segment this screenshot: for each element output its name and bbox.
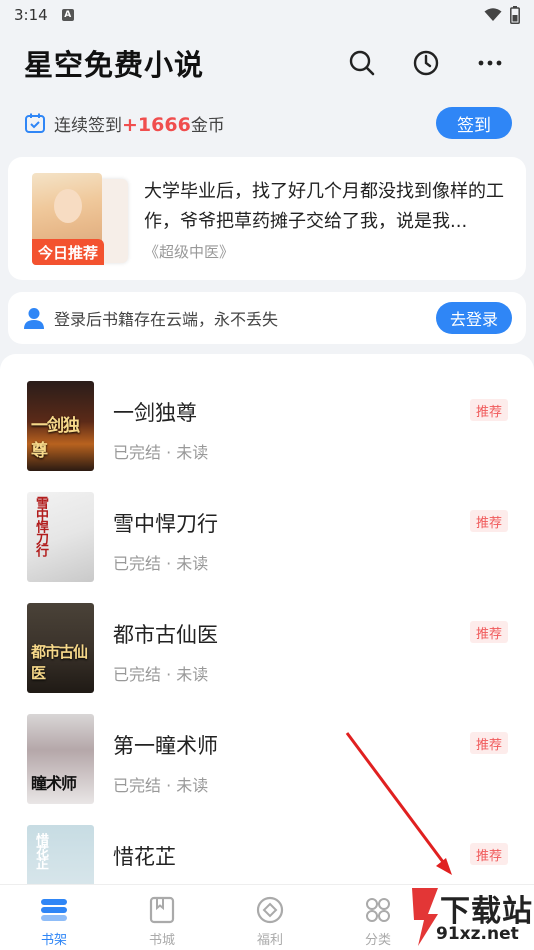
book-icon [147, 895, 177, 925]
book-status: 已完结 · 未读 [113, 554, 209, 573]
coin-icon [255, 895, 285, 925]
book-cover: 都市古仙医 [27, 603, 94, 693]
checkin-prefix: 连续签到 [54, 115, 122, 136]
book-cover-text: 惜花芷 [33, 833, 48, 869]
book-cover: 瞳术师 [27, 714, 94, 804]
book-cover-text: 雪中悍刀行 [33, 496, 48, 556]
book-title: 一剑独尊 [113, 401, 197, 425]
recommended-tag: 推荐 [469, 621, 508, 643]
book-status: 已完结 · 未读 [113, 776, 209, 795]
tab-label: 分类 [364, 933, 391, 948]
checkin-suffix: 金币 [190, 115, 225, 136]
book-status: 已完结 · 未读 [113, 443, 209, 462]
status-bar: 3:14 A [0, 0, 534, 30]
tab-label: 福利 [256, 933, 283, 948]
status-indicators [484, 6, 520, 24]
calendar-check-icon [25, 113, 45, 133]
app-title: 星空免费小说 [24, 48, 205, 82]
status-time: 3:14 [14, 6, 48, 24]
notification-icon: A [61, 9, 74, 21]
book-title: 雪中悍刀行 [113, 512, 218, 536]
daily-recommendation-card[interactable]: 今日推荐 大学毕业后，找了好几个月都没找到像样的工作，爷爷把草药摊子交给了我，说… [8, 157, 526, 280]
user-icon [24, 308, 44, 329]
watermark-url: 91xz.net [436, 924, 519, 944]
book-item[interactable]: 雪中悍刀行 雪中悍刀行 已完结 · 未读 推荐 [0, 492, 534, 592]
tab-bookshelf[interactable]: 书架 [0, 885, 108, 950]
tab-welfare[interactable]: 福利 [216, 885, 324, 950]
login-prompt-text: 登录后书籍存在云端，永不丢失 [54, 310, 279, 329]
book-title: 惜花芷 [113, 845, 176, 869]
book-cover-text: 瞳术师 [31, 774, 77, 793]
cover-figure [54, 189, 82, 223]
wifi-icon [484, 8, 502, 21]
bookshelf-list: 一剑独尊 一剑独尊 已完结 · 未读 推荐 雪中悍刀行 雪中悍刀行 已完结 · … [0, 354, 534, 884]
book-item[interactable]: 瞳术师 第一瞳术师 已完结 · 未读 推荐 [0, 714, 534, 814]
bookshelf-icon [39, 895, 69, 925]
app-header: 星空免费小说 [0, 40, 534, 86]
checkin-row: 连续签到+1666金币 签到 [24, 106, 512, 140]
battery-icon [510, 6, 520, 24]
recommendation-cover: 今日推荐 [32, 173, 132, 265]
book-status: 已完结 · 未读 [113, 665, 209, 684]
checkin-button[interactable]: 签到 [436, 107, 512, 139]
recommended-tag: 推荐 [469, 732, 508, 754]
book-item[interactable]: 一剑独尊 一剑独尊 已完结 · 未读 推荐 [0, 381, 534, 481]
recommendation-description: 大学毕业后，找了好几个月都没找到像样的工作，爷爷把草药摊子交给了我，说是我... [144, 181, 504, 232]
book-cover-text: 一剑独尊 [31, 416, 80, 461]
daily-recommendation-badge: 今日推荐 [32, 239, 105, 265]
recommended-tag: 推荐 [469, 843, 508, 865]
search-icon[interactable] [348, 49, 376, 77]
book-title: 第一瞳术师 [113, 734, 218, 758]
checkin-text: 连续签到+1666金币 [54, 111, 225, 136]
checkin-count: +1666 [122, 113, 191, 136]
book-cover-text: 都市古仙医 [31, 643, 88, 682]
history-clock-icon[interactable] [412, 49, 440, 77]
book-cover: 雪中悍刀行 [27, 492, 94, 582]
more-icon[interactable] [476, 49, 504, 77]
book-cover: 一剑独尊 [27, 381, 94, 471]
recommendation-book-title: 《超级中医》 [144, 243, 235, 261]
recommended-tag: 推荐 [469, 510, 508, 532]
login-prompt-card: 登录后书籍存在云端，永不丢失 去登录 [8, 292, 526, 344]
book-cover: 惜花芷 [27, 825, 94, 884]
book-item[interactable]: 惜花芷 惜花芷 推荐 [0, 825, 534, 884]
tab-label: 书架 [40, 933, 67, 948]
header-actions [348, 49, 510, 77]
login-button[interactable]: 去登录 [436, 302, 512, 334]
book-item[interactable]: 都市古仙医 都市古仙医 已完结 · 未读 推荐 [0, 603, 534, 703]
category-grid-icon [363, 895, 393, 925]
book-title: 都市古仙医 [113, 623, 218, 647]
recommended-tag: 推荐 [469, 399, 508, 421]
tab-label: 书城 [148, 933, 175, 948]
tab-bookstore[interactable]: 书城 [108, 885, 216, 950]
